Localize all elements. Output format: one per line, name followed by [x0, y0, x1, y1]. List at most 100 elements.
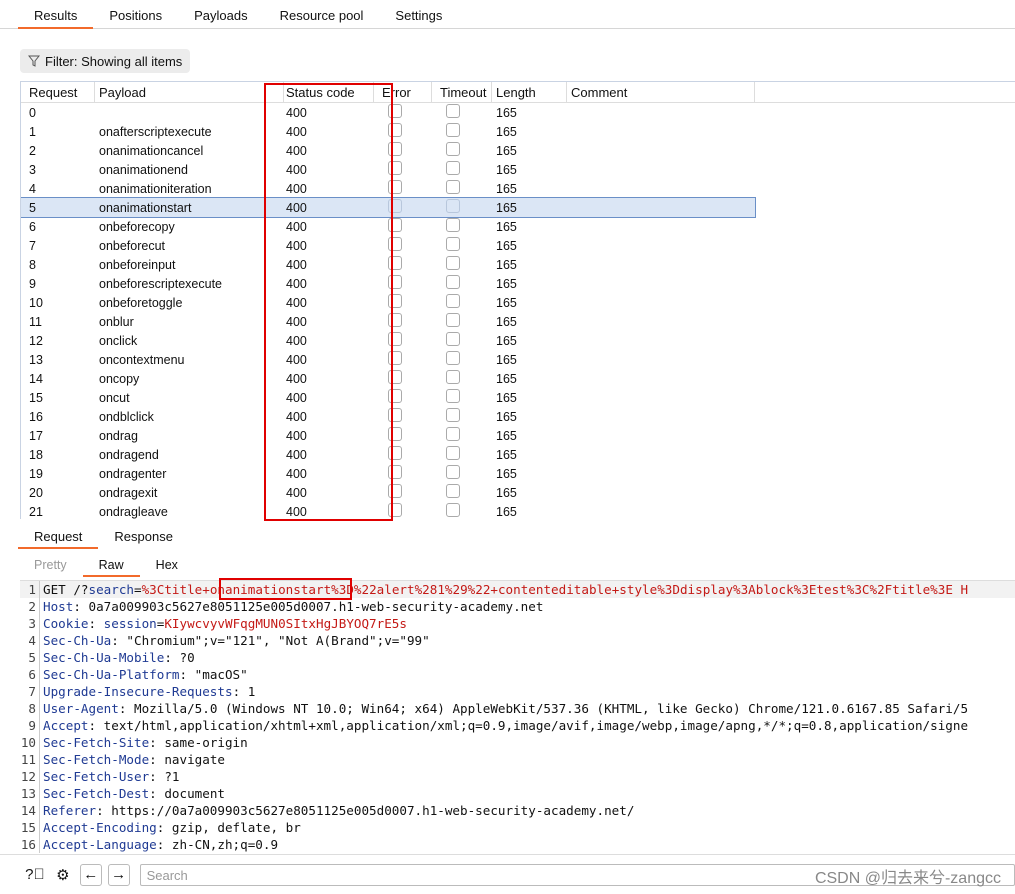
tab-raw[interactable]: Raw [82, 556, 140, 577]
table-row[interactable]: 9 onbeforescriptexecute 400 165 [21, 274, 1015, 293]
code-line: 6 Sec-Ch-Ua-Platform: "macOS" [20, 666, 1015, 683]
help-icon[interactable]: ?⃝ [24, 864, 46, 886]
timeout-checkbox[interactable] [446, 237, 460, 251]
timeout-checkbox[interactable] [446, 199, 460, 213]
timeout-checkbox[interactable] [446, 180, 460, 194]
table-row[interactable]: 19 ondragenter 400 165 [21, 464, 1015, 483]
timeout-checkbox[interactable] [446, 142, 460, 156]
line-number: 7 [20, 683, 40, 700]
payload-cell: ondrag [99, 428, 138, 443]
timeout-checkbox[interactable] [446, 389, 460, 403]
table-row[interactable]: 7 onbeforecut 400 165 [21, 236, 1015, 255]
code-line: 4 Sec-Ch-Ua: "Chromium";v="121", "Not A(B… [20, 632, 1015, 649]
table-row[interactable]: 20 ondragexit 400 165 [21, 483, 1015, 502]
forward-arrow-icon[interactable]: → [107, 863, 130, 886]
column-header-comment[interactable]: Comment [567, 82, 755, 103]
request-cell: 9 [29, 276, 36, 291]
timeout-checkbox[interactable] [446, 408, 460, 422]
code-token: Sec-Ch-Ua-Mobile [43, 650, 165, 665]
table-row[interactable]: 18 ondragend 400 165 [21, 445, 1015, 464]
table-row[interactable]: 10 onbeforetoggle 400 165 [21, 293, 1015, 312]
table-row[interactable]: 14 oncopy 400 165 [21, 369, 1015, 388]
timeout-checkbox[interactable] [446, 123, 460, 137]
timeout-checkbox[interactable] [446, 484, 460, 498]
length-cell: 165 [496, 219, 517, 234]
table-row[interactable]: 1 onafterscriptexecute 400 165 [21, 122, 1015, 141]
line-number: 9 [20, 717, 40, 734]
timeout-checkbox[interactable] [446, 427, 460, 441]
gear-icon[interactable]: ⚙ [52, 864, 74, 886]
request-cell: 4 [29, 181, 36, 196]
tab-response[interactable]: Response [98, 526, 189, 549]
payload-cell: onanimationcancel [99, 143, 204, 158]
payload-cell: onbeforecopy [99, 219, 175, 234]
table-row[interactable]: 2 onanimationcancel 400 165 [21, 141, 1015, 160]
request-cell: 0 [29, 105, 36, 120]
timeout-checkbox[interactable] [446, 294, 460, 308]
line-number: 10 [20, 734, 40, 751]
timeout-checkbox[interactable] [446, 351, 460, 365]
column-header-length[interactable]: Length [492, 82, 567, 103]
length-cell: 165 [496, 485, 517, 500]
results-table: Request Payload Status code Error Timeout Len… [20, 81, 1015, 519]
timeout-checkbox[interactable] [446, 218, 460, 232]
length-cell: 165 [496, 295, 517, 310]
table-row[interactable]: 17 ondrag 400 165 [21, 426, 1015, 445]
timeout-checkbox[interactable] [446, 104, 460, 118]
timeout-cell [432, 256, 492, 273]
column-header-timeout[interactable]: Timeout [432, 82, 492, 103]
table-row[interactable]: 21 ondragleave 400 165 [21, 502, 1015, 519]
table-row[interactable]: 6 onbeforecopy 400 165 [21, 217, 1015, 236]
table-row[interactable]: 8 onbeforeinput 400 165 [21, 255, 1015, 274]
back-arrow-icon[interactable]: ← [79, 863, 102, 886]
timeout-checkbox[interactable] [446, 465, 460, 479]
tab-positions[interactable]: Positions [93, 0, 178, 29]
tab-resource-pool[interactable]: Resource pool [264, 0, 380, 29]
timeout-cell [432, 123, 492, 140]
length-cell: 165 [496, 352, 517, 367]
table-row[interactable]: 13 oncontextmenu 400 165 [21, 350, 1015, 369]
table-row[interactable]: 16 ondblclick 400 165 [21, 407, 1015, 426]
tab-pretty[interactable]: Pretty [18, 556, 83, 577]
code-token: Sec-Fetch-Dest [43, 786, 150, 801]
table-row[interactable]: 12 onclick 400 165 [21, 331, 1015, 350]
code-line: 16 Accept-Language: zh-CN,zh;q=0.9 [20, 836, 1015, 853]
timeout-checkbox[interactable] [446, 275, 460, 289]
payload-cell: ondragend [99, 447, 159, 462]
line-number: 14 [20, 802, 40, 819]
table-row[interactable]: 3 onanimationend 400 165 [21, 160, 1015, 179]
table-row[interactable]: 15 oncut 400 165 [21, 388, 1015, 407]
timeout-cell [432, 218, 492, 235]
line-number: 15 [20, 819, 40, 836]
column-header-payload[interactable]: Payload [95, 82, 284, 103]
timeout-cell [432, 199, 492, 216]
raw-request-editor[interactable]: 1 GET /? search = %3Ctitle+ onanimationstart%… [20, 580, 1015, 853]
tab-results[interactable]: Results [18, 0, 94, 29]
length-cell: 165 [496, 257, 517, 272]
filter-button[interactable]: Filter: Showing all items [20, 49, 191, 73]
timeout-checkbox[interactable] [446, 503, 460, 517]
table-row[interactable]: 11 onblur 400 165 [21, 312, 1015, 331]
timeout-checkbox[interactable] [446, 332, 460, 346]
column-header-request[interactable]: Request [21, 82, 95, 103]
table-row[interactable]: 0 400 165 [21, 103, 1015, 122]
code-token: Accept-Language [43, 837, 157, 852]
tab-hex[interactable]: Hex [140, 556, 194, 577]
timeout-cell [432, 180, 492, 197]
timeout-checkbox[interactable] [446, 313, 460, 327]
payload-cell: ondragleave [99, 504, 168, 519]
code-line: 3 Cookie: session = KIywcvyvWFqgMUN0SItxHgJ… [20, 615, 1015, 632]
timeout-checkbox[interactable] [446, 256, 460, 270]
timeout-checkbox[interactable] [446, 370, 460, 384]
tab-payloads[interactable]: Payloads [178, 0, 263, 29]
payload-cell: onbeforescriptexecute [99, 276, 222, 291]
timeout-cell [432, 427, 492, 444]
timeout-checkbox[interactable] [446, 161, 460, 175]
code-token: : "Chromium";v="121", "Not A(Brand";v="9… [111, 633, 430, 648]
code-line: 2 Host: 0a7a009903c5627e8051125e005d0007.… [20, 598, 1015, 615]
table-row[interactable]: 4 onanimationiteration 400 165 [21, 179, 1015, 198]
code-token: : ?0 [164, 650, 195, 665]
timeout-checkbox[interactable] [446, 446, 460, 460]
tab-settings[interactable]: Settings [379, 0, 458, 29]
tab-request[interactable]: Request [18, 526, 99, 549]
